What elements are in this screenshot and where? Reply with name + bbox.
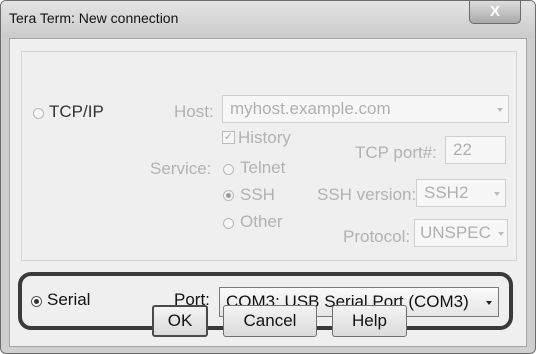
- service-label: Service:: [150, 159, 212, 178]
- chevron-down-icon: [498, 232, 504, 236]
- other-label: Other: [240, 212, 283, 231]
- protocol-value: UNSPEC: [420, 223, 491, 242]
- tcp-port-label: TCP port#:: [355, 143, 437, 162]
- tcp-port-input[interactable]: 22: [445, 136, 506, 164]
- dialog-body: TCP/IP Host: myhost.example.com ✓ Histor…: [9, 38, 527, 347]
- close-icon: X: [489, 3, 500, 20]
- help-button[interactable]: Help: [332, 305, 407, 337]
- checkmark-icon: ✓: [223, 131, 234, 143]
- tcpip-radio[interactable]: [33, 108, 44, 119]
- serial-radio[interactable]: [31, 296, 42, 307]
- protocol-label: Protocol:: [343, 227, 411, 246]
- telnet-label: Telnet: [240, 158, 286, 177]
- close-button[interactable]: X: [469, 1, 521, 24]
- telnet-radio[interactable]: [223, 164, 234, 175]
- host-input[interactable]: myhost.example.com: [222, 95, 509, 123]
- chevron-down-icon: [494, 192, 500, 196]
- host-label: Host:: [174, 102, 214, 121]
- window-title: Tera Term: New connection: [9, 10, 179, 26]
- dialog-window: Tera Term: New connection X TCP/IP Host:…: [0, 0, 536, 354]
- host-value: myhost.example.com: [230, 99, 391, 118]
- ok-button[interactable]: OK: [152, 305, 208, 337]
- protocol-select[interactable]: UNSPEC: [414, 219, 508, 247]
- tcpip-group: TCP/IP Host: myhost.example.com ✓ Histor…: [21, 51, 517, 261]
- ssh-version-select[interactable]: SSH2: [416, 179, 506, 207]
- cancel-button[interactable]: Cancel: [223, 305, 317, 337]
- ssh-version-label: SSH version:: [317, 185, 417, 204]
- ssh-version-value: SSH2: [424, 183, 469, 202]
- chevron-down-icon: [497, 108, 503, 112]
- ssh-radio[interactable]: [223, 190, 234, 201]
- serial-label: Serial: [47, 290, 91, 309]
- ssh-label: SSH: [240, 185, 275, 204]
- history-label: History: [238, 128, 291, 147]
- history-checkbox[interactable]: ✓: [222, 131, 235, 144]
- title-bar: Tera Term: New connection X: [1, 1, 535, 38]
- other-radio[interactable]: [223, 218, 234, 229]
- tcpip-label: TCP/IP: [49, 102, 104, 121]
- chevron-down-icon: [486, 301, 492, 305]
- tcp-port-value: 22: [453, 140, 472, 159]
